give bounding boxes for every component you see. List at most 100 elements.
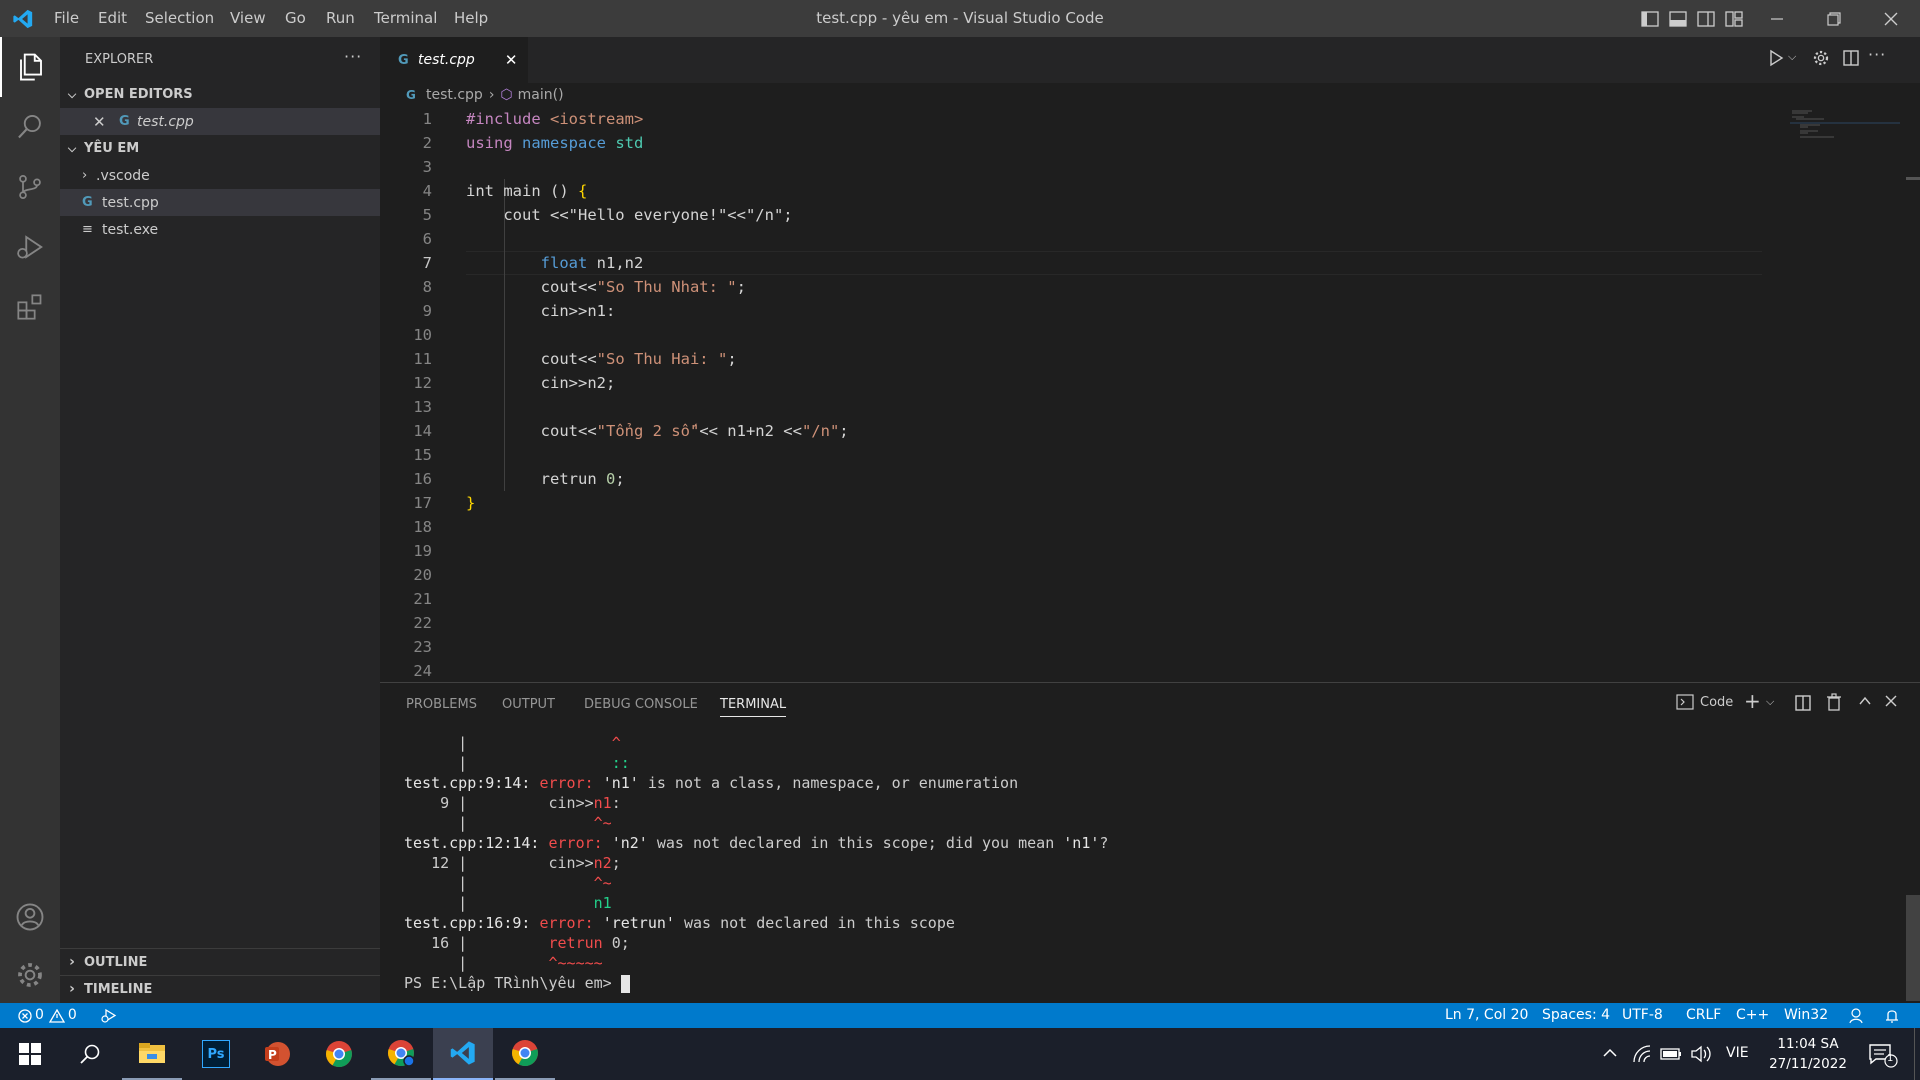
file-item-test-cpp[interactable]: G test.cpp bbox=[60, 189, 380, 216]
accounts-icon[interactable] bbox=[0, 887, 60, 947]
terminal-scrollbar[interactable] bbox=[1906, 895, 1920, 1001]
settings-gear-icon[interactable] bbox=[1812, 49, 1830, 71]
more-actions-icon[interactable]: ··· bbox=[344, 47, 362, 66]
volume-icon[interactable] bbox=[1690, 1044, 1712, 1068]
code-token: "Tổng 2 số" bbox=[596, 422, 700, 440]
powerpoint-icon[interactable]: P bbox=[247, 1028, 307, 1080]
code-token: int bbox=[466, 182, 504, 200]
tab-test-cpp[interactable]: G test.cpp ✕ bbox=[380, 37, 528, 83]
feedback-icon[interactable] bbox=[1848, 1003, 1866, 1028]
clock[interactable]: 11:04 SA 27/11/2022 bbox=[1764, 1034, 1852, 1074]
terminal-text: test.cpp:16:9: bbox=[404, 914, 540, 932]
chrome-profile-icon[interactable] bbox=[371, 1028, 431, 1080]
menu-file[interactable]: File bbox=[54, 0, 79, 37]
search-icon[interactable] bbox=[0, 97, 60, 157]
extensions-icon[interactable] bbox=[0, 277, 60, 337]
tab-terminal[interactable]: TERMINAL bbox=[720, 697, 787, 717]
minimize-button[interactable] bbox=[1754, 0, 1800, 37]
new-terminal-plus-icon[interactable]: + bbox=[1744, 689, 1761, 713]
explorer-icon[interactable] bbox=[0, 37, 60, 97]
code-token: cout<< bbox=[540, 350, 597, 368]
more-actions-icon[interactable]: ··· bbox=[1868, 45, 1886, 64]
code-token: "So Thu Nhat: " bbox=[596, 278, 737, 296]
bell-icon[interactable] bbox=[1884, 1003, 1900, 1028]
taskbar-search-icon[interactable] bbox=[60, 1028, 120, 1080]
line-ending[interactable]: CRLF bbox=[1686, 1003, 1721, 1028]
show-desktop-button[interactable] bbox=[1914, 1028, 1920, 1080]
chrome-icon[interactable] bbox=[495, 1028, 555, 1080]
problems-status[interactable]: 0 0 bbox=[18, 1003, 77, 1028]
vscode-taskbar-icon[interactable] bbox=[433, 1028, 493, 1080]
toggle-secondary-sidebar-icon[interactable] bbox=[1692, 0, 1720, 37]
run-and-debug-icon[interactable] bbox=[0, 217, 60, 277]
toggle-panel-icon[interactable] bbox=[1664, 0, 1692, 37]
chevron-down-icon[interactable]: ⌵ bbox=[1766, 695, 1774, 709]
menu-view[interactable]: View bbox=[230, 0, 266, 37]
run-debug-status-icon[interactable] bbox=[100, 1003, 118, 1028]
terminal-selector[interactable]: Code bbox=[1676, 694, 1733, 710]
terminal-text: test.cpp:9:14: bbox=[404, 774, 540, 792]
tab-debug-console[interactable]: DEBUG CONSOLE bbox=[584, 697, 698, 712]
notification-count: 1 bbox=[1887, 1053, 1894, 1064]
close-tab-icon[interactable]: ✕ bbox=[505, 51, 518, 69]
code-token: #include bbox=[466, 110, 550, 128]
terminal-output[interactable]: | ^ | :: test.cpp:9:14: error: 'n1' is n… bbox=[404, 734, 1884, 999]
menu-run[interactable]: Run bbox=[326, 0, 355, 37]
run-file-icon[interactable] bbox=[1768, 49, 1784, 71]
customize-layout-icon[interactable] bbox=[1720, 0, 1748, 37]
indentation[interactable]: Spaces: 4 bbox=[1542, 1003, 1610, 1028]
trash-icon[interactable] bbox=[1826, 693, 1842, 715]
language-mode[interactable]: C++ bbox=[1736, 1003, 1769, 1028]
chevron-down-icon: ⌵ bbox=[67, 141, 77, 155]
code-token: cout<< bbox=[540, 278, 597, 296]
file-explorer-icon[interactable] bbox=[122, 1028, 182, 1080]
breadcrumb-symbol[interactable]: main() bbox=[518, 87, 564, 103]
cursor-position[interactable]: Ln 7, Col 20 bbox=[1445, 1003, 1528, 1028]
menu-terminal[interactable]: Terminal bbox=[374, 0, 437, 37]
toggle-primary-sidebar-icon[interactable] bbox=[1636, 0, 1664, 37]
terminal-text: ; bbox=[611, 854, 621, 872]
folder-item-vscode[interactable]: › .vscode bbox=[60, 162, 380, 189]
chevron-down-icon[interactable]: ⌵ bbox=[1788, 50, 1796, 64]
photoshop-icon[interactable]: Ps bbox=[186, 1028, 246, 1080]
chevron-right-icon: › bbox=[82, 168, 88, 183]
maximize-panel-icon[interactable] bbox=[1858, 694, 1872, 712]
close-window-button[interactable] bbox=[1868, 0, 1914, 37]
battery-icon[interactable] bbox=[1660, 1046, 1682, 1066]
chrome-icon[interactable] bbox=[309, 1028, 369, 1080]
menu-selection[interactable]: Selection bbox=[145, 0, 214, 37]
input-language[interactable]: VIE bbox=[1726, 1045, 1749, 1061]
close-icon[interactable]: ✕ bbox=[93, 113, 113, 131]
notifications-icon[interactable]: 1 bbox=[1868, 1042, 1898, 1072]
menu-help[interactable]: Help bbox=[454, 0, 488, 37]
platform[interactable]: Win32 bbox=[1784, 1003, 1828, 1028]
open-editors-header[interactable]: ⌵ OPEN EDITORS bbox=[60, 81, 380, 108]
windows-start-icon[interactable] bbox=[0, 1028, 60, 1080]
outline-header[interactable]: › OUTLINE bbox=[60, 948, 380, 975]
manage-gear-icon[interactable] bbox=[0, 945, 60, 1005]
close-panel-icon[interactable] bbox=[1884, 694, 1898, 712]
clock-time: 11:04 SA bbox=[1777, 1036, 1839, 1052]
terminal-text: | bbox=[404, 894, 468, 912]
terminal-text: error: bbox=[539, 914, 603, 932]
menu-go[interactable]: Go bbox=[285, 0, 306, 37]
open-editor-item[interactable]: ✕ G test.cpp bbox=[60, 108, 380, 135]
restore-button[interactable] bbox=[1811, 0, 1857, 37]
network-icon[interactable] bbox=[1632, 1044, 1652, 1068]
show-hidden-icons-chevron-icon[interactable] bbox=[1602, 1045, 1618, 1065]
code-editor[interactable]: 1 2 3 4 5 6 7 8 9 10 11 12 13 14 15 16 17 18 19 20 21 22 23 24 … bbox=[380, 107, 1920, 682]
minimap[interactable] bbox=[1790, 109, 1900, 139]
split-terminal-icon[interactable] bbox=[1794, 694, 1812, 716]
menu-edit[interactable]: Edit bbox=[98, 0, 127, 37]
line-number: 18 bbox=[413, 518, 432, 536]
timeline-header[interactable]: › TIMELINE bbox=[60, 975, 380, 1002]
encoding[interactable]: UTF-8 bbox=[1622, 1003, 1663, 1028]
chevron-right-icon: › bbox=[69, 954, 75, 970]
tab-problems[interactable]: PROBLEMS bbox=[406, 697, 477, 712]
breadcrumb-file[interactable]: test.cpp bbox=[426, 87, 483, 103]
source-control-icon[interactable] bbox=[0, 157, 60, 217]
split-editor-icon[interactable] bbox=[1842, 49, 1860, 71]
file-item-test-exe[interactable]: ≡ test.exe bbox=[60, 216, 380, 243]
tab-output[interactable]: OUTPUT bbox=[502, 697, 555, 712]
folder-header[interactable]: ⌵ YÊU EM bbox=[60, 135, 380, 162]
